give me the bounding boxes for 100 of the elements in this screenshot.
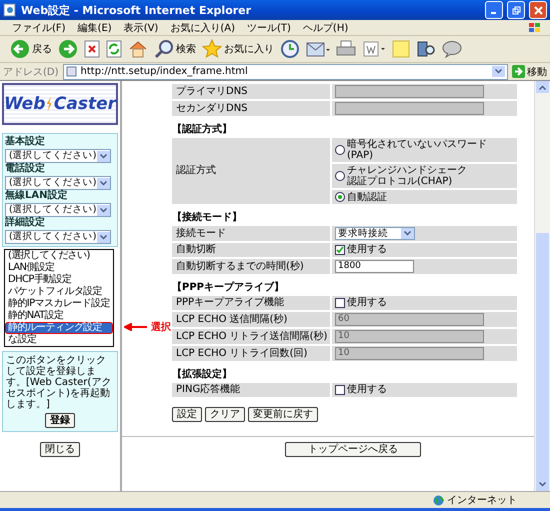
document-icon[interactable] bbox=[362, 40, 386, 58]
close-page-button[interactable]: 閉じる bbox=[40, 442, 80, 457]
go-arrow-icon bbox=[512, 65, 525, 78]
radio-label: (PAP) bbox=[347, 150, 374, 161]
stop-icon[interactable] bbox=[84, 40, 100, 58]
checkmark-icon bbox=[336, 246, 344, 254]
dropdown-option[interactable]: な設定 bbox=[5, 334, 113, 346]
page-icon bbox=[3, 3, 17, 17]
address-field[interactable]: http://ntt.setup/index_frame.html bbox=[62, 64, 508, 80]
restore-button[interactable] bbox=[507, 1, 525, 19]
checkbox[interactable] bbox=[335, 298, 345, 308]
page-icon bbox=[66, 66, 77, 77]
dropdown-option[interactable]: (選択してください) bbox=[5, 250, 113, 262]
go-button[interactable]: 移動 bbox=[512, 64, 547, 78]
menu-item[interactable]: ファイル(F) bbox=[12, 20, 66, 34]
star-icon[interactable] bbox=[202, 39, 222, 59]
field-label: LCP ECHO リトライ送信間隔(秒) bbox=[172, 329, 330, 344]
zone-label: インターネット bbox=[447, 494, 517, 507]
register-button[interactable]: 登録 bbox=[45, 413, 75, 428]
field-label: 自動切断するまでの時間(秒) bbox=[172, 259, 330, 274]
field-label: 接続モード bbox=[172, 226, 330, 241]
arrow-icon bbox=[124, 323, 148, 331]
search-icon[interactable] bbox=[154, 39, 174, 59]
dropdown[interactable]: (選択してください) bbox=[5, 149, 111, 163]
field-label: 自動切断 bbox=[172, 243, 330, 257]
envelope-icon[interactable] bbox=[306, 40, 330, 58]
radio-button[interactable] bbox=[335, 192, 345, 202]
refresh-icon[interactable] bbox=[106, 40, 122, 58]
address-label: アドレス(D) bbox=[3, 66, 59, 78]
caret-icon[interactable] bbox=[495, 69, 502, 74]
caret-icon[interactable] bbox=[404, 231, 411, 236]
radio-button[interactable] bbox=[335, 171, 345, 181]
toolbar-label[interactable]: 検索 bbox=[176, 42, 196, 56]
input-field[interactable]: 1800 bbox=[335, 260, 414, 273]
group-label: 無線LAN設定 bbox=[5, 190, 68, 203]
caret-icon[interactable] bbox=[100, 208, 107, 212]
toolbar-label[interactable]: 戻る bbox=[32, 42, 52, 56]
field-label: LCP ECHO 送信間隔(秒) bbox=[172, 312, 330, 327]
logo: Web Caster bbox=[2, 83, 118, 125]
field-label: PING応答機能 bbox=[172, 383, 330, 397]
menu-item[interactable]: ツール(T) bbox=[247, 20, 291, 34]
minimize-button[interactable] bbox=[485, 1, 503, 19]
scroll-up-icon[interactable] bbox=[539, 84, 546, 90]
checkbox-label: 使用する bbox=[347, 297, 387, 309]
dropdown[interactable]: (選択してください) bbox=[5, 230, 111, 244]
field-label: LCP ECHO リトライ回数(回) bbox=[172, 346, 330, 361]
dropdown-option[interactable]: DHCP手動設定 bbox=[5, 274, 113, 286]
dropdown-option[interactable]: 静的IPマスカレード設定 bbox=[5, 298, 113, 310]
radio-label: チャレンジハンドシェーク bbox=[347, 165, 467, 176]
caret-icon[interactable] bbox=[100, 154, 107, 158]
house-icon[interactable] bbox=[128, 40, 148, 58]
radio-label: 暗号化されていないパスワード bbox=[347, 139, 487, 150]
dropdown[interactable]: (選択してください) bbox=[5, 203, 111, 217]
close-icon bbox=[534, 6, 542, 14]
toolbar-label[interactable]: お気に入り bbox=[224, 42, 274, 56]
dropdown-option[interactable]: 静的ルーティング設定 bbox=[5, 322, 113, 334]
menu-item[interactable]: お気に入り(A) bbox=[170, 20, 235, 34]
form-button[interactable]: 変更前に戻す bbox=[248, 407, 318, 422]
form-button[interactable]: 設定 bbox=[172, 407, 202, 422]
radio-label: 認証プロトコル(CHAP) bbox=[347, 176, 454, 187]
checkbox-label: 使用する bbox=[347, 384, 387, 396]
section-title: 【拡張設定】 bbox=[172, 369, 233, 381]
group-label: 詳細設定 bbox=[5, 217, 46, 230]
checkbox[interactable] bbox=[335, 245, 345, 255]
window-title: Web設定 - Microsoft Internet Explorer bbox=[21, 2, 252, 18]
menu-item[interactable]: 編集(E) bbox=[78, 20, 112, 34]
menu-item[interactable]: 表示(V) bbox=[124, 20, 158, 34]
field-label: PPPキープアライブ機能 bbox=[172, 296, 330, 310]
form-button[interactable]: クリア bbox=[205, 407, 245, 422]
scroll-down-icon[interactable] bbox=[539, 482, 546, 488]
checkbox[interactable] bbox=[335, 385, 345, 395]
field-label: セカンダリDNS bbox=[172, 101, 330, 116]
globe-icon bbox=[433, 494, 444, 506]
group-label: 電話設定 bbox=[5, 163, 46, 176]
flag-logo-icon bbox=[528, 22, 542, 34]
radio-label: 自動認証 bbox=[347, 192, 387, 202]
scrollbar[interactable] bbox=[534, 81, 550, 491]
restore-icon bbox=[512, 6, 520, 14]
dropdown[interactable]: (選択してください) bbox=[5, 176, 111, 190]
speech-bubble-icon[interactable] bbox=[442, 40, 462, 58]
annotation-label: 選択 bbox=[151, 320, 171, 334]
dropdown-option[interactable]: パケットフィルタ設定 bbox=[5, 286, 113, 298]
group-label: 基本設定 bbox=[5, 136, 46, 149]
radio-button[interactable] bbox=[335, 145, 345, 155]
dropdown-option[interactable]: LAN側設定 bbox=[5, 262, 113, 274]
notice-text: このボタンをクリックして設定を登録します。[Web Caster(アクセスポイント)を再起動します。] bbox=[6, 355, 112, 410]
field-label: プライマリDNS bbox=[172, 84, 330, 99]
printer-icon[interactable] bbox=[336, 40, 356, 58]
caret-icon[interactable] bbox=[100, 234, 107, 240]
checkbox-label: 使用する bbox=[347, 244, 387, 256]
close-button[interactable] bbox=[529, 1, 547, 19]
dropdown-option[interactable]: 静的NAT設定 bbox=[5, 310, 113, 322]
caret-icon[interactable] bbox=[100, 180, 107, 186]
book-magnifier-icon[interactable] bbox=[416, 40, 436, 58]
top-page-button[interactable]: トップページへ戻る bbox=[285, 442, 421, 457]
field-label: 認証方式 bbox=[172, 138, 330, 204]
section-title: 【PPPキープアライブ】 bbox=[172, 282, 285, 294]
dropdown[interactable]: 要求時接続 bbox=[335, 227, 415, 240]
menu-item[interactable]: ヘルプ(H) bbox=[302, 20, 348, 34]
section-title: 【接続モード】 bbox=[172, 212, 243, 224]
